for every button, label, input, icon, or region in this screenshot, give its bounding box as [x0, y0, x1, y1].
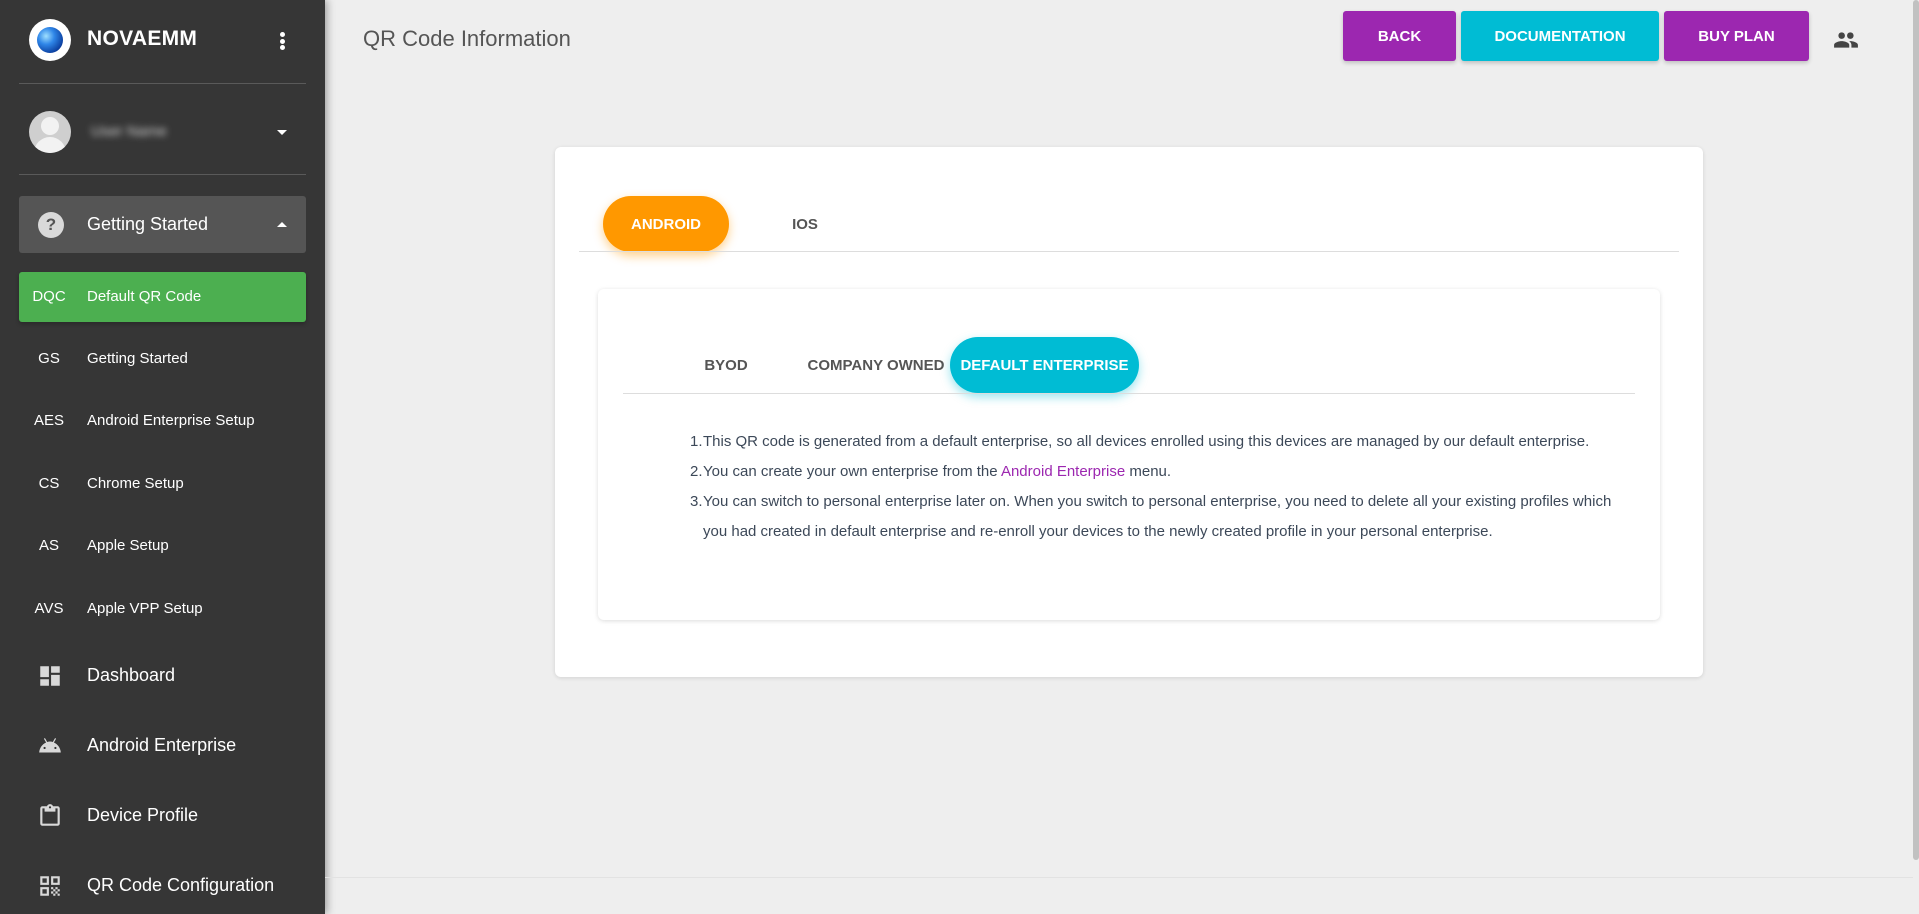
sidebar-item-apple-vpp-setup[interactable]: AVS Apple VPP Setup [19, 584, 306, 634]
tab-ios[interactable]: IOS [755, 196, 855, 252]
sidebar-item-dashboard[interactable]: Dashboard [19, 647, 306, 703]
item-label: Getting Started [87, 350, 188, 367]
divider [19, 174, 306, 175]
item-label: Apple Setup [87, 537, 169, 554]
caret-up-icon [277, 222, 287, 227]
item-label: Device Profile [87, 805, 199, 825]
section-label: Getting Started [87, 214, 209, 234]
qr-code-icon [40, 876, 60, 896]
item-label: QR Code Configuration [87, 875, 275, 895]
list-item: 2. You can create your own enterprise fr… [690, 457, 1620, 487]
item-abbr: GS [38, 350, 60, 367]
sidebar-item-apple-setup[interactable]: AS Apple Setup [19, 521, 306, 571]
buy-plan-button[interactable]: BUY PLAN [1664, 11, 1809, 61]
list-item: 1. This QR code is generated from a defa… [690, 427, 1620, 457]
sidebar-item-qr-code-configuration[interactable]: QR Code Configuration [19, 857, 306, 913]
more-vert-icon[interactable] [272, 28, 292, 54]
enrollment-panel: BYOD COMPANY OWNED DEFAULT ENTERPRISE 1.… [598, 289, 1660, 620]
page-title: QR Code Information [363, 26, 571, 51]
user-name: User Name [91, 123, 167, 140]
sidebar-item-default-qr-code[interactable]: DQC Default QR Code [19, 272, 306, 322]
people-icon[interactable] [1833, 30, 1859, 50]
item-text: menu. [1125, 463, 1172, 480]
tab-byod[interactable]: BYOD [673, 337, 779, 393]
sidebar-item-getting-started[interactable]: GS Getting Started [19, 334, 306, 384]
item-text: You can create your own enterprise from … [703, 463, 1001, 480]
brand-header: NOVAEMM [0, 0, 325, 82]
back-button[interactable]: BACK [1343, 11, 1456, 61]
sidebar-item-device-profile[interactable]: Device Profile [19, 787, 306, 843]
help-icon: ? [38, 212, 64, 238]
instruction-list: 1. This QR code is generated from a defa… [690, 427, 1620, 547]
item-abbr: AVS [34, 600, 64, 617]
sidebar-item-android-enterprise-setup[interactable]: AES Android Enterprise Setup [19, 396, 306, 446]
item-label: Apple VPP Setup [87, 600, 203, 617]
footer-divider [325, 877, 1913, 878]
avatar [29, 111, 71, 153]
user-menu[interactable]: User Name [0, 108, 325, 156]
qr-info-card: ANDROID IOS BYOD COMPANY OWNED DEFAULT E… [555, 147, 1703, 677]
documentation-button[interactable]: DOCUMENTATION [1461, 11, 1659, 61]
item-number: 1. [690, 433, 703, 450]
dashboard-icon [40, 666, 60, 686]
tab-default-enterprise[interactable]: DEFAULT ENTERPRISE [950, 337, 1139, 393]
item-label: Android Enterprise [87, 735, 237, 755]
caret-down-icon [277, 130, 287, 135]
tab-divider [579, 251, 1679, 252]
item-abbr: AES [33, 412, 64, 429]
sidebar-item-chrome-setup[interactable]: CS Chrome Setup [19, 459, 306, 509]
item-label: Dashboard [87, 665, 176, 685]
item-text: You can switch to personal enterprise la… [703, 493, 1612, 540]
tab-company-owned[interactable]: COMPANY OWNED [790, 337, 962, 393]
item-abbr: CS [38, 475, 60, 492]
clipboard-icon [40, 804, 60, 826]
android-enterprise-link[interactable]: Android Enterprise [1001, 463, 1125, 480]
item-number: 3. [690, 493, 703, 510]
item-label: Android Enterprise Setup [87, 412, 255, 429]
item-label: Default QR Code [87, 288, 202, 305]
divider [19, 83, 306, 84]
item-abbr: DQC [32, 288, 66, 305]
sidebar-item-android-enterprise[interactable]: Android Enterprise [19, 717, 306, 773]
android-icon [39, 738, 61, 753]
tab-android[interactable]: ANDROID [603, 196, 729, 252]
item-text: This QR code is generated from a default… [703, 433, 1590, 450]
sidebar: NOVAEMM User Name ? Getting Started DQC … [0, 0, 325, 914]
tab-divider [623, 393, 1635, 394]
brand-name: NOVAEMM [87, 27, 198, 50]
item-number: 2. [690, 463, 703, 480]
item-abbr: AS [38, 537, 59, 554]
sidebar-section-getting-started[interactable]: ? Getting Started [19, 196, 306, 253]
logo[interactable] [29, 19, 71, 61]
list-item: 3. You can switch to personal enterprise… [690, 487, 1620, 547]
globe-logo-icon [37, 27, 63, 53]
scrollbar[interactable] [1913, 0, 1919, 860]
item-label: Chrome Setup [87, 475, 184, 492]
